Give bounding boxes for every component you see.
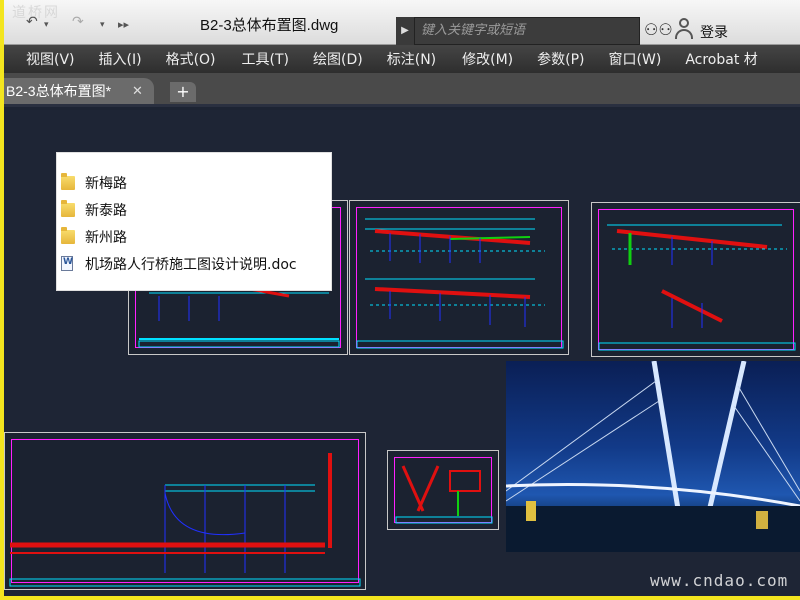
menu-item-7[interactable]: 参数(P) <box>537 49 584 69</box>
menu-item-5[interactable]: 标注(N) <box>387 49 436 69</box>
folder-icon <box>61 199 75 217</box>
folder-icon <box>61 226 75 244</box>
autocad-window: 道桥网 ↶ ▾ ↷ ▾ ▸▸ B2-3总体布置图.dwg ▶ 键入关键字或短语 … <box>4 0 800 596</box>
drawing-sheet-5[interactable] <box>387 450 499 530</box>
window-title: B2-3总体布置图.dwg <box>200 17 339 34</box>
word-document-icon <box>61 256 73 271</box>
title-bar: 道桥网 ↶ ▾ ↷ ▾ ▸▸ B2-3总体布置图.dwg ▶ 键入关键字或短语 … <box>4 0 800 45</box>
menu-item-9[interactable]: Acrobat 材 <box>685 49 757 69</box>
tab-b2-3[interactable]: B2-3总体布置图* ✕ <box>4 78 154 104</box>
more-tools-icon[interactable]: ▸▸ <box>118 18 129 31</box>
search-expand-icon[interactable]: ▶ <box>396 17 414 45</box>
user-icon[interactable] <box>674 18 694 40</box>
sheet-4-drawing <box>9 453 361 587</box>
drawing-sheet-4[interactable] <box>4 432 366 590</box>
menu-item-6[interactable]: 修改(M) <box>462 49 513 69</box>
folder-icon <box>61 172 75 190</box>
file-label: 机场路人行桥施工图设计说明.doc <box>85 256 297 273</box>
sheet-2-drawing <box>356 218 564 349</box>
search-input[interactable]: 键入关键字或短语 <box>414 17 640 45</box>
bridge-rendering-photo <box>506 361 800 552</box>
menu-item-3[interactable]: 工具(T) <box>242 49 289 69</box>
add-tab-button[interactable]: + <box>170 82 196 102</box>
file-label: 新州路 <box>85 229 127 246</box>
file-list-item[interactable]: 新泰路 <box>57 196 331 223</box>
file-list-item[interactable]: 机场路人行桥施工图设计说明.doc <box>57 250 331 277</box>
sheet-5-drawing <box>395 465 493 524</box>
menu-item-4[interactable]: 绘图(D) <box>313 49 363 69</box>
bridge-illustration <box>506 361 800 552</box>
redo-icon[interactable]: ↷ <box>72 14 84 30</box>
menu-item-2[interactable]: 格式(O) <box>166 49 216 69</box>
site-watermark: www.cndao.com <box>650 571 789 590</box>
document-tab-bar: B2-3总体布置图* ✕ + <box>4 73 800 107</box>
file-list-popup: 新梅路新泰路新州路机场路人行桥施工图设计说明.doc <box>56 152 332 291</box>
undo-dropdown-icon[interactable]: ▾ <box>44 20 49 30</box>
file-list-item[interactable]: 新梅路 <box>57 169 331 196</box>
redo-dropdown-icon[interactable]: ▾ <box>100 20 105 30</box>
tab-label: B2-3总体布置图* <box>6 83 112 99</box>
sheet-3-drawing <box>598 224 796 351</box>
file-label: 新泰路 <box>85 202 127 219</box>
drawing-sheet-3[interactable] <box>591 202 800 357</box>
login-button[interactable]: 登录 <box>700 22 728 42</box>
drawing-sheet-2[interactable] <box>349 200 569 355</box>
undo-icon[interactable]: ↶ <box>26 14 38 30</box>
file-list-item[interactable]: 新州路 <box>57 223 331 250</box>
menu-item-0[interactable]: 视图(V) <box>26 49 75 69</box>
menu-item-1[interactable]: 插入(I) <box>99 49 142 69</box>
menu-bar: 视图(V) 插入(I) 格式(O) 工具(T) 绘图(D) 标注(N) 修改(M) 参数(P)… <box>4 45 800 73</box>
file-label: 新梅路 <box>85 175 127 192</box>
close-icon[interactable]: ✕ <box>132 78 143 104</box>
binoculars-icon[interactable]: ⚇⚇ <box>644 20 673 39</box>
menu-item-8[interactable]: 窗口(W) <box>609 49 662 69</box>
